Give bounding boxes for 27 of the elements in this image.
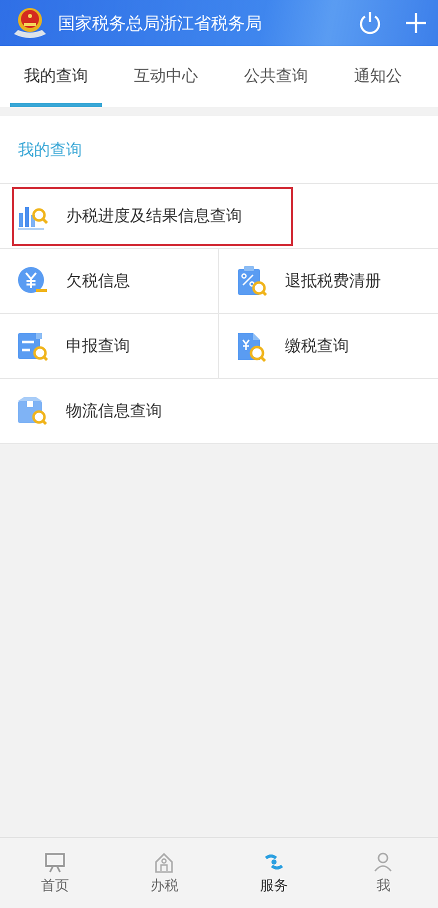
query-label: 申报查询 [66,336,130,356]
query-label: 缴税查询 [285,336,349,356]
query-item[interactable]: 办税进度及结果信息查询 [10,185,295,248]
nav-tab[interactable]: 办税 [110,838,219,908]
nav-tab[interactable]: 服务 [219,838,328,908]
app-title: 国家税务总局浙江省税务局 [58,12,263,34]
board-icon [44,851,66,873]
add-icon[interactable] [404,11,428,35]
tab[interactable]: 公共查询 [230,46,322,107]
house-icon [153,851,176,873]
query-label: 物流信息查询 [66,400,162,422]
tab[interactable]: 我的查询 [10,46,102,107]
nav-tab[interactable]: 首页 [0,838,110,908]
form-search-icon [16,330,48,362]
query-item[interactable]: 欠税信息 [0,249,219,314]
percent-clipboard-icon [235,265,267,297]
person-icon [372,851,394,873]
yen-document-icon [235,330,267,362]
query-label: 退抵税费清册 [285,270,381,292]
box-search-icon [16,395,48,427]
query-label: 办税进度及结果信息查询 [66,206,242,227]
query-item[interactable]: 申报查询 [0,314,219,379]
query-label: 欠税信息 [66,270,130,292]
tab[interactable]: 通知公 [340,46,402,107]
section-title: 我的查询 [0,116,438,184]
nav-tab[interactable]: 我 [328,838,438,908]
tab[interactable]: 互动中心 [120,46,212,107]
